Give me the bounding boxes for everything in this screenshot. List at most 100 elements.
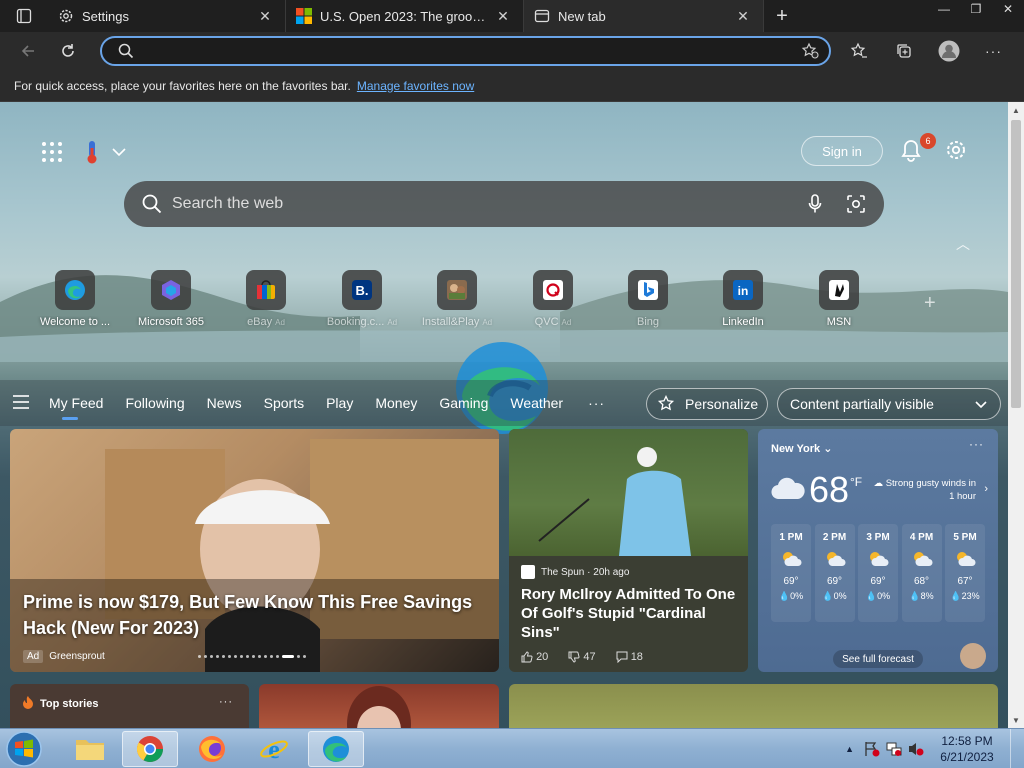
collections-button[interactable]: [881, 32, 926, 70]
weather-card[interactable]: New York ⌄ ··· 68 °F ☁ Strong gusty wind…: [758, 429, 998, 672]
weather-more-icon[interactable]: ···: [969, 437, 984, 451]
tab-weather[interactable]: Weather: [499, 380, 574, 426]
content-visibility-dropdown[interactable]: Content partially visible: [777, 388, 1001, 420]
close-icon[interactable]: ✕: [255, 6, 275, 26]
like-button[interactable]: 20: [521, 651, 558, 663]
more-icon[interactable]: ···: [219, 696, 233, 708]
network-icon[interactable]: [886, 741, 902, 757]
page-scrollbar[interactable]: ▲ ▼: [1008, 102, 1024, 728]
profile-button[interactable]: [926, 32, 971, 70]
scroll-down-arrow-icon[interactable]: ▼: [1008, 712, 1024, 728]
weather-city[interactable]: New York ⌄: [771, 442, 832, 455]
tab-settings[interactable]: Settings ✕: [48, 0, 286, 32]
web-search-box[interactable]: Search the web: [124, 181, 884, 227]
page-settings-icon[interactable]: [944, 138, 968, 162]
address-input[interactable]: [134, 39, 801, 63]
action-center-flag-icon[interactable]: [864, 741, 880, 757]
close-icon[interactable]: ✕: [733, 6, 753, 26]
close-window-button[interactable]: ✕: [992, 0, 1024, 18]
app-launcher-icon[interactable]: [40, 140, 64, 164]
quick-link-qvc[interactable]: QVC Ad: [505, 270, 601, 328]
edge-taskbar-icon[interactable]: [308, 731, 364, 767]
tab-sports[interactable]: Sports: [253, 380, 315, 426]
show-desktop-button[interactable]: [1010, 729, 1024, 768]
quick-link-msn[interactable]: MSN: [791, 270, 887, 328]
quick-link-install-play[interactable]: Install&Play Ad: [409, 270, 505, 328]
microphone-icon[interactable]: [808, 194, 822, 214]
story-card-landscape[interactable]: [509, 684, 998, 728]
profile-avatar-icon: [938, 40, 959, 62]
raindrop-icon: 💧: [909, 591, 921, 601]
tab-gaming[interactable]: Gaming: [428, 380, 499, 426]
tab-news[interactable]: News: [196, 380, 253, 426]
file-explorer-taskbar-icon[interactable]: [62, 731, 118, 767]
microsoft-logo-icon: [296, 8, 312, 24]
quick-link-booking[interactable]: B. Booking.c... Ad: [314, 270, 410, 328]
tab-actions-button[interactable]: [0, 0, 48, 32]
tab-money[interactable]: Money: [364, 380, 428, 426]
firefox-taskbar-icon[interactable]: [184, 731, 240, 767]
windows-start-button[interactable]: [4, 730, 44, 768]
story-card-portrait[interactable]: [259, 684, 499, 728]
visual-search-icon[interactable]: [846, 194, 866, 214]
nav-more-button[interactable]: ···: [574, 395, 619, 411]
add-quick-link-button[interactable]: +: [924, 292, 936, 315]
notification-badge: 6: [920, 133, 936, 149]
toolbar: ···: [0, 32, 1024, 70]
refresh-button[interactable]: [48, 32, 88, 70]
thermometer-icon: [87, 141, 97, 164]
see-full-forecast-button[interactable]: See full forecast: [833, 650, 923, 668]
comment-button[interactable]: 18: [616, 651, 653, 663]
quick-link-microsoft-365[interactable]: Microsoft 365: [123, 270, 219, 328]
collapse-chevron-up-icon[interactable]: ︿: [956, 234, 972, 252]
partly-sunny-icon: [870, 552, 889, 566]
quick-link-ebay[interactable]: eBay Ad: [218, 270, 314, 328]
settings-more-button[interactable]: ···: [971, 32, 1016, 70]
quick-link-welcome[interactable]: Welcome to ...: [27, 270, 123, 328]
address-bar[interactable]: [100, 36, 831, 66]
top-stories-card[interactable]: Top stories ···: [10, 684, 249, 728]
taskbar-clock[interactable]: 12:58 PM 6/21/2023: [928, 733, 1006, 765]
close-icon[interactable]: ✕: [493, 6, 513, 26]
svg-text:in: in: [738, 284, 749, 298]
tab-play[interactable]: Play: [315, 380, 364, 426]
weather-chip[interactable]: [84, 138, 134, 166]
hamburger-menu-icon[interactable]: [12, 394, 30, 410]
carousel-dots[interactable]: [198, 655, 309, 658]
quick-link-label: QVC Ad: [534, 316, 572, 328]
back-button[interactable]: [8, 32, 48, 70]
internet-explorer-taskbar-icon[interactable]: e: [246, 731, 302, 767]
search-placeholder: Search the web: [172, 195, 284, 212]
hour-forecast: 1 PM 69° 💧0%: [771, 524, 811, 622]
minimize-button[interactable]: —: [928, 0, 960, 18]
tab-us-open[interactable]: U.S. Open 2023: The grooming m ✕: [286, 0, 524, 32]
show-hidden-icons-button[interactable]: ▲: [845, 744, 854, 754]
chrome-taskbar-icon[interactable]: [122, 731, 178, 767]
favorites-button[interactable]: [836, 32, 881, 70]
tab-new-tab[interactable]: New tab ✕: [524, 0, 764, 32]
golf-news-card[interactable]: The Spun · 20h ago Rory McIlroy Admitted…: [509, 429, 748, 672]
weather-avatar[interactable]: [960, 643, 986, 669]
manage-favorites-link[interactable]: Manage favorites now: [357, 79, 474, 93]
quick-link-linkedin[interactable]: in LinkedIn: [695, 270, 791, 328]
dislike-button[interactable]: 47: [568, 651, 605, 663]
personalize-button[interactable]: Personalize: [646, 388, 768, 420]
quick-link-label: MSN: [826, 316, 852, 328]
add-favorite-icon[interactable]: [801, 42, 819, 60]
volume-muted-icon[interactable]: [908, 741, 924, 757]
portrait-image: [347, 686, 411, 728]
scroll-up-arrow-icon[interactable]: ▲: [1008, 102, 1024, 118]
windows-taskbar: e ▲ 12:58 PM 6/21/2023: [0, 728, 1024, 768]
more-icon: ···: [985, 43, 1002, 59]
tab-my-feed[interactable]: My Feed: [38, 380, 114, 426]
restore-button[interactable]: ❐: [960, 0, 992, 18]
tab-following[interactable]: Following: [114, 380, 195, 426]
new-tab-button[interactable]: +: [764, 0, 800, 32]
chevron-right-icon: ›: [984, 483, 988, 495]
quick-link-bing[interactable]: Bing: [600, 270, 696, 328]
weather-alert[interactable]: ☁ Strong gusty winds in 1 hour: [866, 477, 976, 503]
feed-tabs: My Feed Following News Sports Play Money…: [38, 380, 619, 426]
scrollbar-thumb[interactable]: [1011, 120, 1021, 408]
sign-in-button[interactable]: Sign in: [801, 136, 883, 166]
hero-ad-card[interactable]: Prime is now $179, But Few Know This Fre…: [10, 429, 499, 672]
